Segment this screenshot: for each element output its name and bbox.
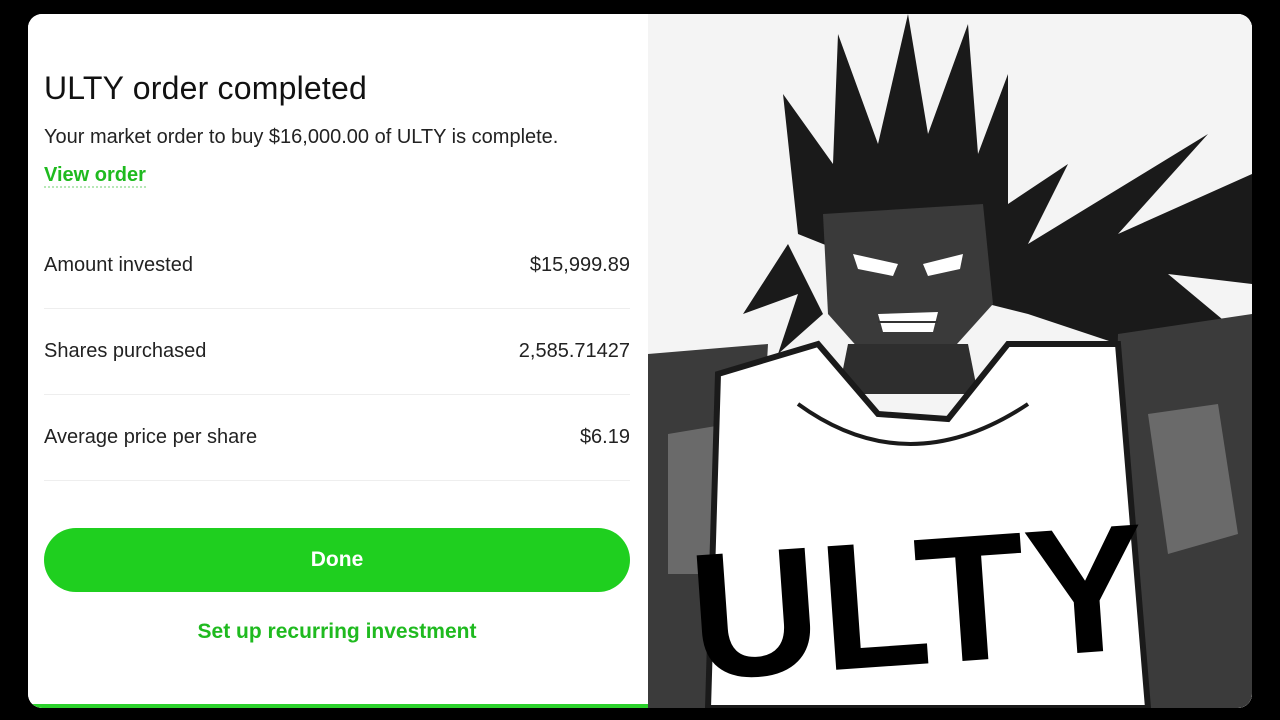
shirt-text: ULTY <box>683 486 1153 708</box>
order-description: Your market order to buy $16,000.00 of U… <box>44 118 564 194</box>
detail-row-amount-invested: Amount invested $15,999.89 <box>44 222 630 309</box>
detail-label: Average price per share <box>44 425 258 448</box>
set-up-recurring-investment-link[interactable]: Set up recurring investment <box>44 620 630 644</box>
view-order-link[interactable]: View order <box>44 164 146 188</box>
detail-label: Shares purchased <box>44 339 207 362</box>
detail-row-average-price: Average price per share $6.19 <box>44 394 630 481</box>
page-title: ULTY order completed <box>44 70 367 106</box>
screenshot-frame: ULTY order completed Your market order t… <box>28 14 1252 708</box>
detail-label: Amount invested <box>44 253 193 276</box>
done-button[interactable]: Done <box>44 528 630 592</box>
order-description-text: Your market order to buy $16,000.00 of U… <box>44 126 559 148</box>
order-confirmation-panel: ULTY order completed Your market order t… <box>28 14 648 708</box>
detail-value: $15,999.89 <box>529 253 630 276</box>
bottom-accent-bar <box>28 704 648 708</box>
neck-shape <box>838 344 978 394</box>
anime-character-illustration: ULTY <box>648 14 1252 708</box>
detail-row-shares-purchased: Shares purchased 2,585.71427 <box>44 308 630 395</box>
character-illustration: ULTY <box>648 14 1252 708</box>
detail-value: 2,585.71427 <box>518 339 630 362</box>
detail-value: $6.19 <box>579 425 630 448</box>
